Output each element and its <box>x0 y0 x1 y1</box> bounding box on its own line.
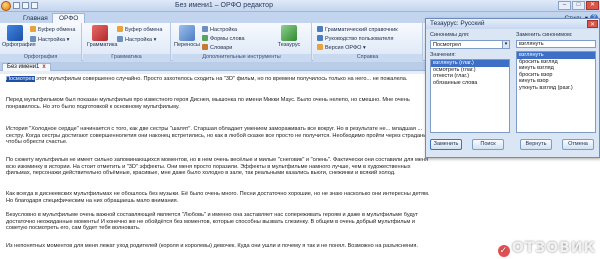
thesaurus-title: Тезаурус: Русский <box>426 19 599 29</box>
version-button[interactable]: Версия ОРФО ▾ <box>317 44 366 52</box>
title-bar: Без имени1 – ОРФО редактор – □ ✕ <box>0 0 600 12</box>
clipboard-icon <box>30 26 36 32</box>
tab-orfo[interactable]: ОРФО <box>52 13 86 23</box>
meaning-item[interactable]: осмотреть (глаг.) <box>431 67 509 74</box>
tools-settings-button[interactable]: Настройка <box>202 26 237 34</box>
paragraph-3: История "Холодное сердце" начинается с т… <box>6 126 431 146</box>
group-tools: Переносы Настройка Формы слова Словари Т… <box>172 23 312 61</box>
meaning-item[interactable]: обязанные слова <box>431 80 509 87</box>
hyphenation-icon <box>179 25 195 41</box>
group-grammar-label: Грамматика <box>83 54 170 61</box>
group-grammar: Грамматика Буфер обмена Настройка ▾ Грам… <box>83 23 171 61</box>
grammar-button[interactable]: Грамматика <box>87 25 117 48</box>
guide-icon <box>317 35 323 41</box>
user-guide-button[interactable]: Руководство пользователя <box>317 35 394 43</box>
selected-word[interactable]: Посмотрев <box>6 76 35 82</box>
document-tab[interactable]: Без имени1 x <box>2 63 51 71</box>
synonyms-for-combo[interactable]: Посмотрел ▾ <box>430 40 510 49</box>
info-icon <box>317 44 323 50</box>
search-button[interactable]: Поиск <box>472 139 504 150</box>
cancel-button[interactable]: Отмена <box>562 139 594 150</box>
group-orfo: Орфография Буфер обмена Настройка ▾ Орфо… <box>0 23 82 61</box>
orfo-settings-button[interactable]: Настройка ▾ <box>30 36 69 44</box>
dictionaries-button[interactable]: Словари <box>202 44 232 52</box>
redo-icon[interactable] <box>31 2 38 9</box>
tab-home[interactable]: Главная <box>16 13 55 23</box>
quick-access-toolbar <box>13 2 38 9</box>
save-icon[interactable] <box>13 2 20 9</box>
watermark-logo-icon: ✓ <box>497 245 510 257</box>
grammar-reference-button[interactable]: Грамматический справочник <box>317 26 398 34</box>
grammar-clipboard-button[interactable]: Буфер обмена <box>117 26 162 34</box>
meanings-label: Значения: <box>430 52 456 58</box>
settings-icon <box>117 36 123 42</box>
synonym-item[interactable]: уткнуть взгляд (разг.) <box>517 85 595 92</box>
synonyms-list[interactable]: взглянуть бросить взгляд кинуть взгляд б… <box>516 51 596 133</box>
meaning-item[interactable]: взглянуть (глаг.) <box>431 60 509 67</box>
thesaurus-dialog: Тезаурус: Русский ✕ Синонимы для: Посмот… <box>425 18 600 158</box>
thesaurus-icon <box>281 25 297 41</box>
group-help: Грамматический справочник Руководство по… <box>313 23 423 61</box>
window-controls: – □ ✕ <box>558 1 599 10</box>
document-tab-close-icon[interactable]: x <box>42 64 45 70</box>
thesaurus-close-button[interactable]: ✕ <box>587 20 598 28</box>
word-forms-button[interactable]: Формы слова <box>202 35 245 43</box>
paragraph-2: Перед мультфильмом был показан мультфиль… <box>6 97 410 110</box>
meaning-item[interactable]: отнести (глаг.) <box>431 73 509 80</box>
synonym-item[interactable]: бросить взор <box>517 72 595 79</box>
replace-input[interactable]: взглянуть <box>516 40 596 48</box>
back-button[interactable]: Вернуть <box>520 139 552 150</box>
chevron-down-icon: ▾ <box>502 41 509 48</box>
paragraph-6: Безусловно в мультфильме очень важной со… <box>6 212 419 232</box>
book-icon <box>317 26 323 32</box>
watermark: ✓ ОТЗОВИК <box>497 240 596 257</box>
synonym-item[interactable]: бросить взгляд <box>517 59 595 66</box>
grammar-settings-button[interactable]: Настройка ▾ <box>117 36 156 44</box>
group-tools-label: Дополнительные инструменты <box>172 54 311 61</box>
meanings-list[interactable]: взглянуть (глаг.) осмотреть (глаг.) отне… <box>430 59 510 133</box>
hyphenation-button[interactable]: Переносы <box>174 25 200 48</box>
replace-button[interactable]: Заменить <box>430 139 462 150</box>
orfo-clipboard-button[interactable]: Буфер обмена <box>30 26 75 34</box>
group-orfo-label: Орфография <box>0 54 81 61</box>
paragraph-1: Посмотрев этот мультфильм совершенно слу… <box>6 76 408 82</box>
spellcheck-icon <box>7 25 23 41</box>
paragraph-7: Из непонятных моментов для меня лежат ух… <box>6 243 418 249</box>
minimize-button[interactable]: – <box>558 1 571 10</box>
settings-icon <box>30 36 36 42</box>
undo-icon[interactable] <box>22 2 29 9</box>
settings-icon <box>202 26 208 32</box>
maximize-button[interactable]: □ <box>572 1 585 10</box>
app-menu-orb[interactable] <box>1 1 11 11</box>
close-button[interactable]: ✕ <box>586 1 599 10</box>
group-help-label: Справка <box>313 54 422 61</box>
paragraph-4: По сюжету мультфильм не имеет сильно зап… <box>6 157 429 177</box>
replace-label: Заменить синонимом: <box>516 32 573 38</box>
spellcheck-button[interactable]: Орфография <box>2 25 36 48</box>
synonyms-for-label: Синонимы для: <box>430 32 470 38</box>
grammar-icon <box>92 25 108 41</box>
word-forms-icon <box>202 35 208 41</box>
dictionary-icon <box>202 44 208 50</box>
synonym-item[interactable]: кинуть взгляд <box>517 65 595 72</box>
synonym-item[interactable]: взглянуть <box>517 52 595 59</box>
synonym-item[interactable]: кинуть взор <box>517 78 595 85</box>
clipboard-icon <box>117 26 123 32</box>
paragraph-5: Как всегда в диснеевских мультфильмах не… <box>6 191 430 204</box>
thesaurus-button[interactable]: Тезаурус <box>276 25 302 48</box>
window-title: Без имени1 – ОРФО редактор <box>175 2 273 9</box>
